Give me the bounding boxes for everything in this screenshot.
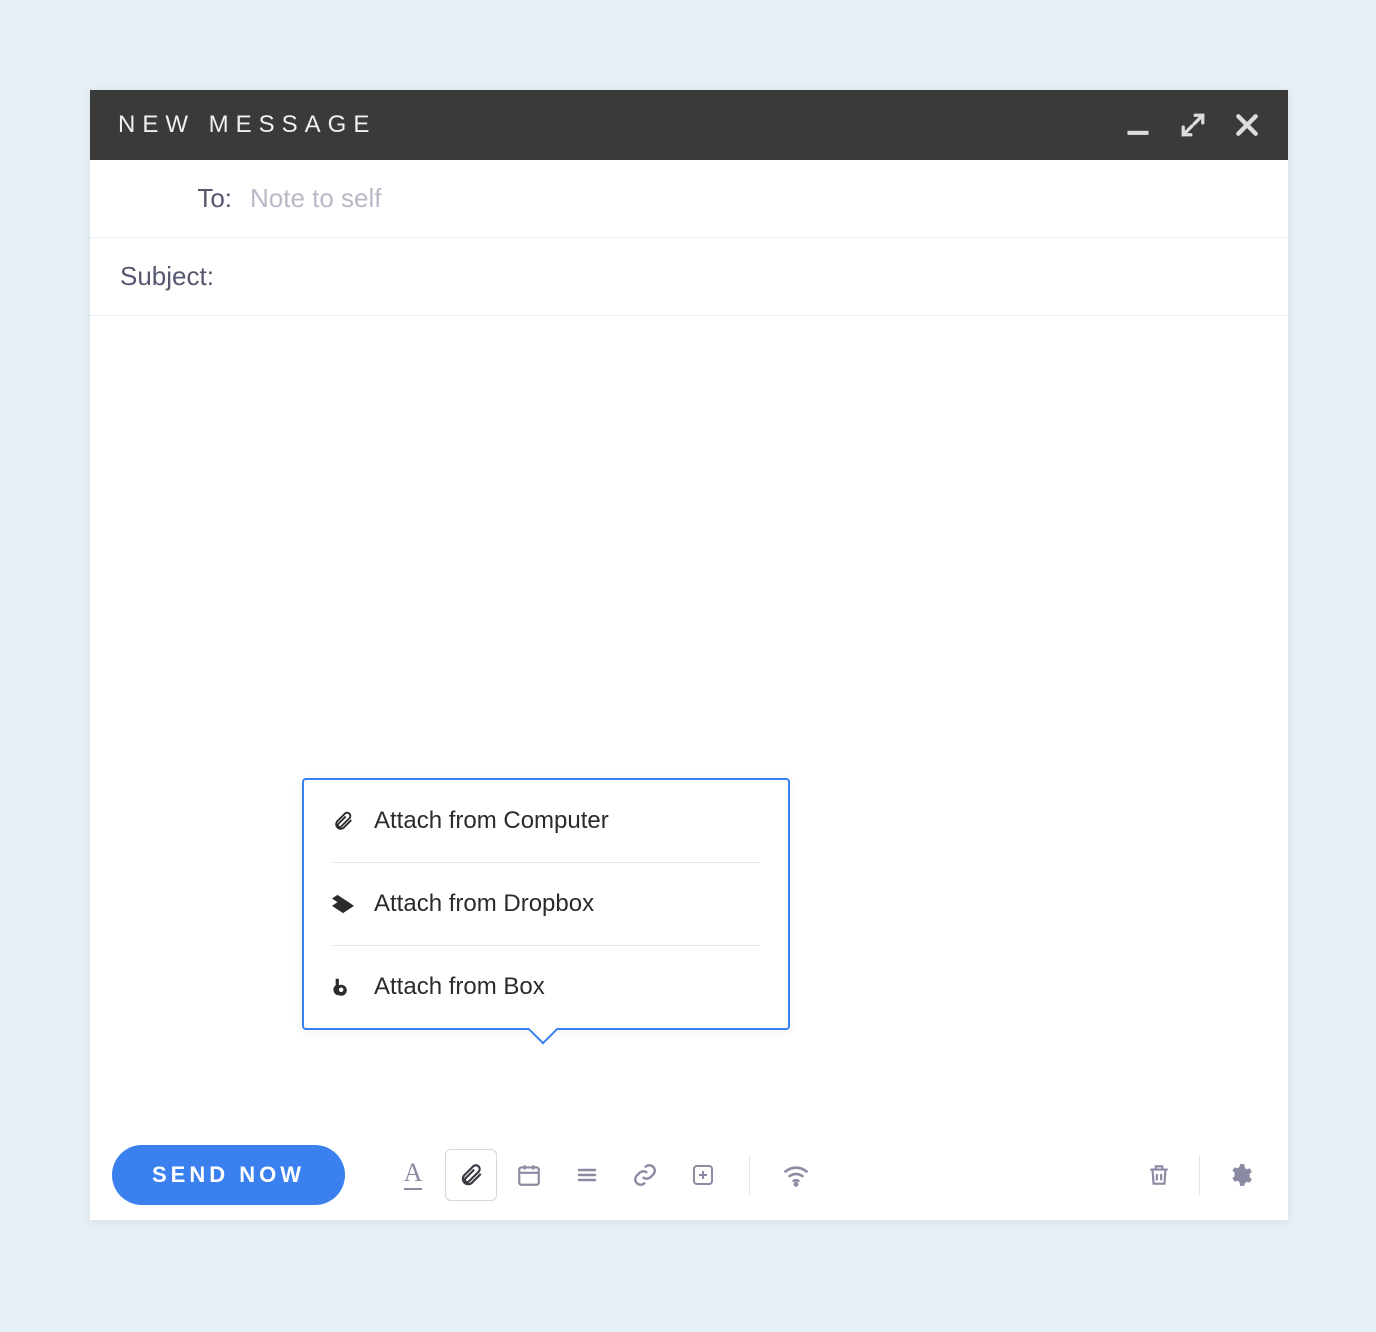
footer-right [1133,1149,1266,1201]
text-format-button[interactable]: A [387,1149,439,1201]
footer: SEND NOW A [90,1130,1288,1220]
subject-label: Subject: [120,261,214,292]
attach-from-box-label: Attach from Box [374,973,545,1001]
trash-button[interactable] [1133,1149,1185,1201]
connection-button[interactable] [770,1149,822,1201]
attach-from-dropbox[interactable]: Attach from Dropbox [304,863,788,945]
window-controls [1124,111,1260,139]
to-row[interactable]: To: Note to self [90,160,1288,238]
trash-icon [1146,1162,1172,1188]
attach-from-dropbox-label: Attach from Dropbox [374,890,594,918]
link-button[interactable] [619,1149,671,1201]
calendar-icon [516,1162,542,1188]
to-label: To: [120,183,250,214]
list-button[interactable] [561,1149,613,1201]
paperclip-icon [458,1162,484,1188]
box-icon [332,976,354,998]
hamburger-icon [575,1163,599,1187]
attach-from-computer-label: Attach from Computer [374,807,609,835]
paperclip-icon [332,810,354,832]
to-placeholder: Note to self [250,183,382,214]
template-button[interactable] [677,1149,729,1201]
titlebar: NEW MESSAGE [90,90,1288,160]
wifi-icon [782,1161,810,1189]
expand-button[interactable] [1180,112,1206,138]
send-button[interactable]: SEND NOW [112,1145,345,1205]
calendar-button[interactable] [503,1149,555,1201]
toolbar-divider [749,1155,750,1195]
attach-button[interactable] [445,1149,497,1201]
toolbar-divider [1199,1155,1200,1195]
toolbar: A [387,1149,822,1201]
gear-icon [1227,1162,1253,1188]
plus-square-icon [691,1163,715,1187]
minimize-button[interactable] [1124,111,1152,139]
link-icon [632,1162,658,1188]
subject-row[interactable]: Subject: [90,238,1288,316]
window-title: NEW MESSAGE [118,111,376,139]
attach-from-computer[interactable]: Attach from Computer [304,780,788,862]
settings-button[interactable] [1214,1149,1266,1201]
message-body[interactable]: Attach from Computer Attach from Dropbox… [90,316,1288,1130]
close-button[interactable] [1234,112,1260,138]
dropbox-icon [332,893,354,915]
text-format-icon: A [404,1160,423,1190]
compose-window: NEW MESSAGE To: Note to self Subject: At… [90,90,1288,1220]
attach-menu: Attach from Computer Attach from Dropbox… [302,778,790,1030]
